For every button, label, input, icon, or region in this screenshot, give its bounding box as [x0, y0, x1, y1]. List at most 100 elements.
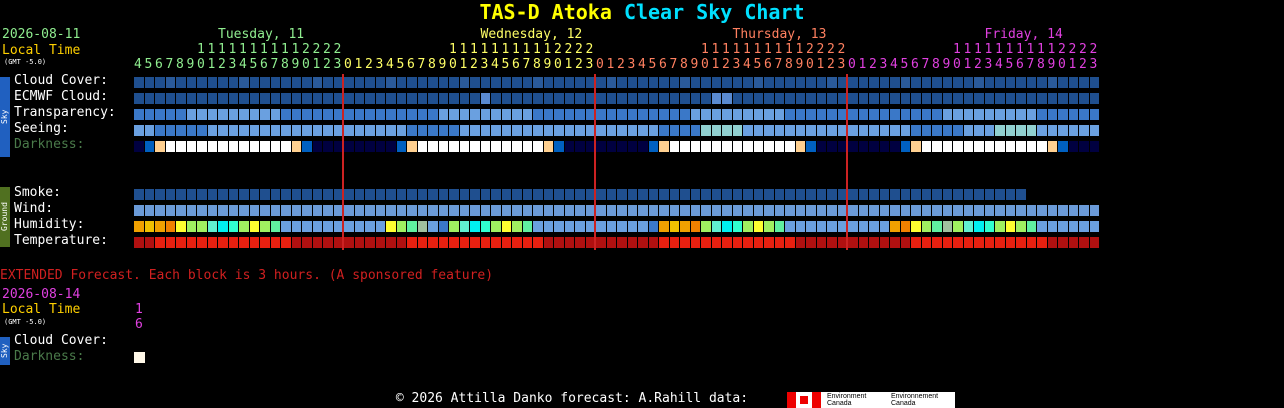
humidity-cell [155, 221, 165, 232]
transparency-cell [722, 109, 732, 120]
hour-ones: 3 [984, 57, 993, 72]
smoke-cell [386, 189, 396, 200]
title-site: TAS-D Atoka [479, 0, 612, 24]
seeing-cell [774, 125, 784, 136]
hour-tens: 1 [743, 42, 751, 57]
cloud-cover-cell [1068, 77, 1078, 88]
transparency-cell [281, 109, 291, 120]
humidity-cell [501, 221, 511, 232]
smoke-cell [1005, 189, 1015, 200]
temperature-cell [375, 237, 385, 248]
hour-tens: 1 [543, 42, 552, 57]
seeing-cell [879, 125, 889, 136]
darkness-cell [879, 141, 889, 152]
ecmwf-cloud-cell [827, 93, 837, 104]
ecmwf-cloud-cell [1079, 93, 1089, 104]
transparency-cell [459, 109, 469, 120]
humidity-cell [984, 221, 994, 232]
darkness-cell [365, 141, 375, 152]
smoke-cell [144, 189, 154, 200]
cloud-cover-cell [501, 77, 511, 88]
seeing-cell [155, 125, 165, 136]
hour-ones: 5 [249, 57, 258, 72]
transparency-cell [648, 109, 658, 120]
hour-ones: 9 [291, 57, 300, 72]
darkness-cell [501, 141, 511, 152]
seeing-cell [659, 125, 669, 136]
darkness-cell [512, 141, 522, 152]
hour-tens: 1 [281, 42, 289, 57]
transparency-cell [764, 109, 774, 120]
wind-cell [176, 205, 186, 216]
temperature-cell [270, 237, 280, 248]
seeing-cell [438, 125, 448, 136]
hour-tens: 2 [1058, 42, 1066, 57]
darkness-cell [554, 141, 564, 152]
cloud-cover-cell [690, 77, 700, 88]
transparency-cell [942, 109, 952, 120]
transparency-cell [774, 109, 784, 120]
seeing-cell [543, 125, 553, 136]
smoke-cell [858, 189, 868, 200]
hour-ones: 0 [554, 57, 562, 72]
transparency-cell [176, 109, 186, 120]
hour-tens: 1 [197, 42, 205, 57]
temperature-cell [564, 237, 574, 248]
hour-ones: 0 [848, 57, 856, 72]
cloud-cover-cell [911, 77, 921, 88]
wind-cell [858, 205, 868, 216]
darkness-cell [984, 141, 994, 152]
humidity-cell [407, 221, 417, 232]
wind-cell [354, 205, 364, 216]
darkness-cell [606, 141, 616, 152]
hour-ones: 1 [207, 57, 216, 72]
cloud-cover-cell [1005, 77, 1015, 88]
ecmwf-cloud-cell [785, 93, 795, 104]
smoke-cell [354, 189, 364, 200]
smoke-cell [239, 189, 249, 200]
wind-cell [554, 205, 564, 216]
seeing-cell [963, 125, 973, 136]
ecmwf-cloud-cell [270, 93, 280, 104]
hour-ones: 1 [858, 57, 867, 72]
smoke-cell [218, 189, 228, 200]
wind-cell [995, 205, 1005, 216]
cloud-cover-cell [533, 77, 543, 88]
hour-tens: 2 [816, 42, 825, 57]
smoke-cell [785, 189, 795, 200]
humidity-cell [900, 221, 910, 232]
wind-cell [669, 205, 679, 216]
humidity-cell [1026, 221, 1036, 232]
wind-cell [375, 205, 385, 216]
ecmwf-cloud-cell [459, 93, 469, 104]
smoke-cell [375, 189, 385, 200]
cloud-cover-cell [386, 77, 396, 88]
hour-ones: 4 [638, 57, 646, 72]
ecmwf-cloud-cell [774, 93, 784, 104]
cloud-cover-cell [701, 77, 711, 88]
wind-cell [732, 205, 742, 216]
hour-ones: 0 [302, 57, 310, 72]
temperature-cell [512, 237, 522, 248]
ecmwf-cloud-cell [932, 93, 942, 104]
cloud-cover-cell [1026, 77, 1036, 88]
wind-cell [470, 205, 480, 216]
wind-cell [648, 205, 658, 216]
darkness-cell [942, 141, 952, 152]
wind-cell [438, 205, 448, 216]
hour-ones: 5 [753, 57, 762, 72]
hour-tens: 1 [1037, 42, 1045, 57]
transparency-cell [890, 109, 900, 120]
wind-cell [512, 205, 522, 216]
humidity-cell [207, 221, 217, 232]
transparency-cell [638, 109, 648, 120]
darkness-cell [218, 141, 228, 152]
transparency-cell [617, 109, 627, 120]
cloud-cover-cell [942, 77, 952, 88]
hour-ones: 4 [491, 57, 499, 72]
humidity-cell [638, 221, 648, 232]
cloud-cover-cell [869, 77, 879, 88]
ecmwf-cloud-cell [176, 93, 186, 104]
ecmwf-cloud-cell [228, 93, 238, 104]
ecmwf-cloud-cell [407, 93, 417, 104]
